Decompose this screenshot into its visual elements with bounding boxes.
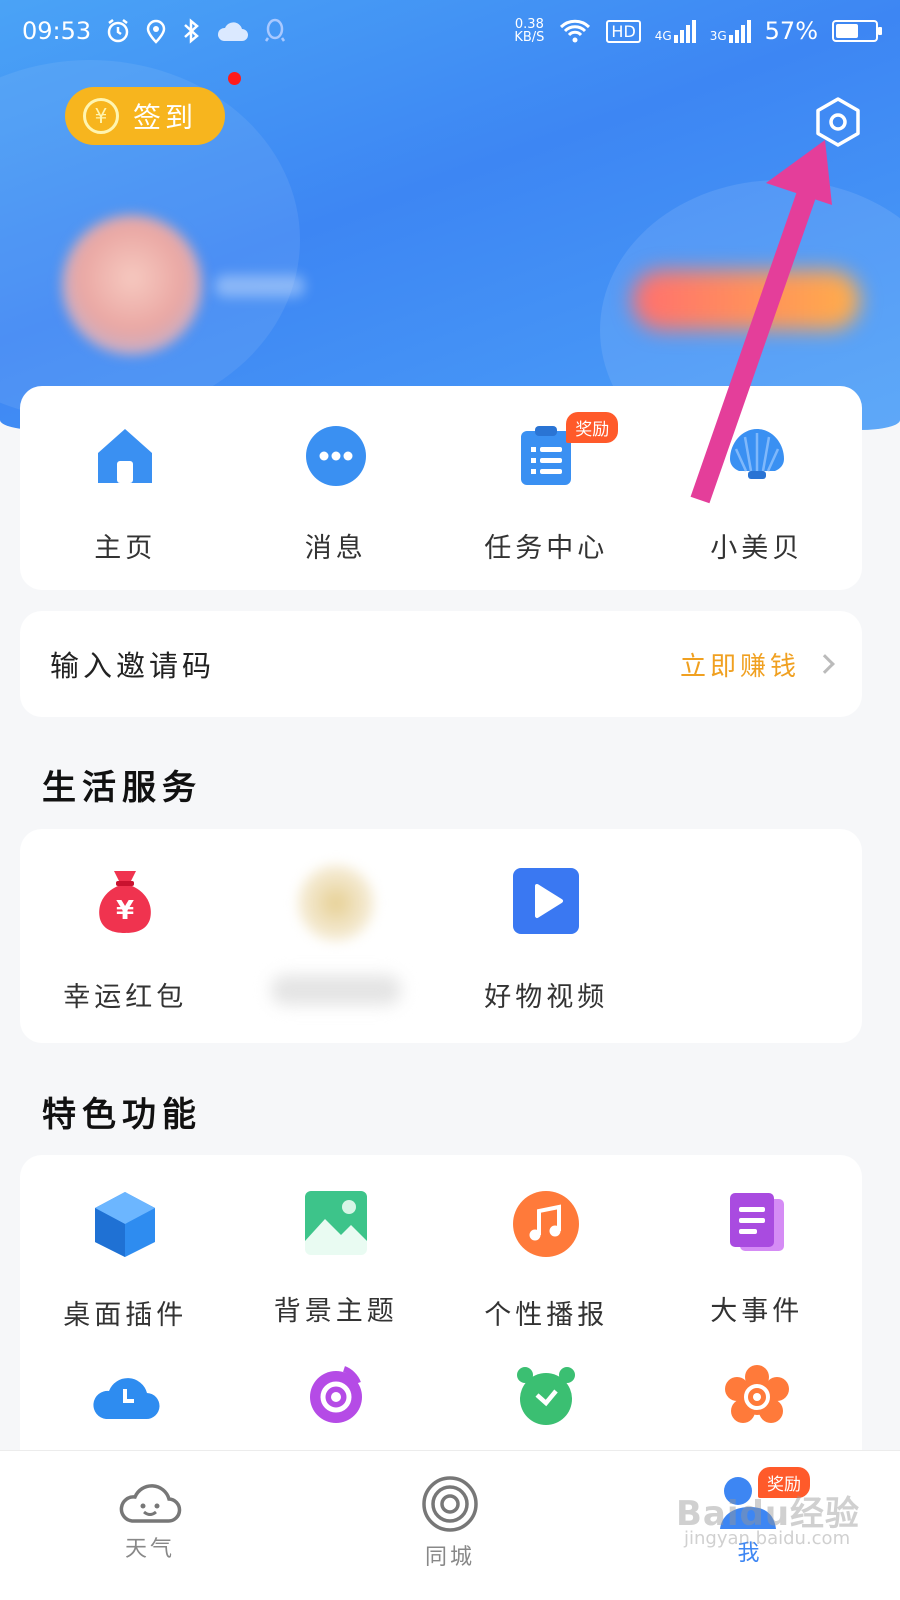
signal-bars-icon <box>728 19 751 43</box>
document-icon <box>729 1193 784 1251</box>
signal-sim2: 3G <box>709 19 751 43</box>
quick-actions-card: 主页 消息 奖励 任务中心 小美贝 <box>20 386 862 590</box>
battery-icon <box>832 20 882 42</box>
notification-dot <box>228 72 241 85</box>
profile-action-blurred[interactable] <box>632 270 860 330</box>
tab-label: 天气 <box>124 1537 175 1562</box>
status-left: 09:53 <box>22 17 287 45</box>
reward-badge: 奖励 <box>566 412 619 443</box>
tab-weather[interactable]: 天气 <box>0 1451 300 1600</box>
quick-action-label: 消息 <box>304 533 367 564</box>
blurred-icon <box>297 865 374 941</box>
invite-action-label: 立即赚钱 <box>679 651 800 682</box>
sim2-label: 3G <box>709 28 727 43</box>
status-time: 09:53 <box>22 17 92 45</box>
invite-action[interactable]: 立即赚钱 <box>679 646 835 683</box>
life-services-card: ¥ 幸运红包 好物视频 <box>20 829 862 1043</box>
home-icon <box>98 429 153 483</box>
invite-title: 输入邀请码 <box>50 649 216 683</box>
image-icon <box>304 1191 367 1255</box>
sim1-label: 4G <box>654 28 672 43</box>
feature-label: 大事件 <box>710 1296 804 1327</box>
shell-icon <box>729 429 784 479</box>
service-good-videos[interactable]: 好物视频 <box>441 829 652 1043</box>
qq-icon <box>265 18 286 42</box>
signin-button[interactable]: ¥ 签到 <box>65 87 225 145</box>
section-title-features: 特色功能 <box>42 1095 202 1135</box>
username-blurred[interactable] <box>215 275 305 297</box>
svg-text:¥: ¥ <box>116 896 134 926</box>
feature-background-theme[interactable]: 背景主题 <box>231 1155 442 1343</box>
bluetooth-icon <box>184 18 200 44</box>
quick-action-message[interactable]: 消息 <box>231 386 442 590</box>
signal-bars-icon <box>673 19 696 43</box>
service-label: 好物视频 <box>484 982 609 1013</box>
status-right: 0.38 KB/S HD 4G 3G 57% <box>514 17 882 45</box>
settings-icon[interactable] <box>812 96 864 148</box>
alarm-icon <box>107 19 129 43</box>
feature-personal-broadcast[interactable]: 个性播报 <box>441 1155 652 1343</box>
service-empty-slot <box>652 829 863 1043</box>
signin-label: 签到 <box>133 101 198 134</box>
yen-coin-icon: ¥ <box>83 98 119 134</box>
service-label-blurred <box>270 975 401 1005</box>
tab-local-city[interactable]: 同城 <box>300 1451 600 1600</box>
play-video-icon <box>513 868 580 934</box>
message-icon <box>305 426 366 486</box>
feature-big-events[interactable]: 大事件 <box>652 1155 863 1343</box>
signal-sim1: 4G <box>654 19 696 43</box>
money-bag-icon: ¥ <box>99 871 152 933</box>
weather-cloud-icon <box>119 1484 182 1523</box>
feature-label: 个性播报 <box>484 1300 609 1331</box>
battery-percent: 57% <box>764 17 818 45</box>
feature-label: 桌面插件 <box>63 1300 188 1331</box>
service-label: 幸运红包 <box>63 982 188 1013</box>
quick-action-shell[interactable]: 小美贝 <box>652 386 863 590</box>
flower-icon <box>724 1365 789 1423</box>
features-card: 桌面插件 背景主题 个性播报 大事件 <box>20 1155 862 1475</box>
music-icon <box>513 1191 580 1257</box>
battery-fill <box>836 24 858 38</box>
quick-action-label: 小美贝 <box>710 533 804 564</box>
network-speed-unit: KB/S <box>514 30 545 45</box>
feature-label: 背景主题 <box>273 1296 398 1327</box>
quick-action-label: 主页 <box>94 533 157 564</box>
cube-icon <box>95 1192 156 1257</box>
cloud-clock-icon <box>93 1378 160 1420</box>
tab-label: 同城 <box>424 1545 475 1570</box>
avatar[interactable] <box>62 215 202 355</box>
quick-action-task-center[interactable]: 奖励 任务中心 <box>441 386 652 590</box>
alarm-clock-icon <box>517 1367 576 1425</box>
service-lucky-red-packet[interactable]: ¥ 幸运红包 <box>20 829 231 1043</box>
local-circle-icon <box>422 1476 478 1532</box>
chevron-right-icon <box>815 654 835 674</box>
watermark-url: jingyan.baidu.com <box>684 1528 851 1549</box>
location-icon <box>146 19 166 44</box>
service-blurred[interactable] <box>231 829 442 1043</box>
invite-code-row[interactable]: 输入邀请码 立即赚钱 <box>20 611 862 717</box>
feature-desktop-widget[interactable]: 桌面插件 <box>20 1155 231 1343</box>
wifi-icon <box>560 19 591 43</box>
section-title-life-services: 生活服务 <box>42 768 202 808</box>
hd-indicator: HD <box>606 19 641 43</box>
cloud-icon <box>218 22 249 41</box>
quick-action-label: 任务中心 <box>484 533 609 564</box>
status-bar: 09:53 0.38 KB/S HD 4G 3G 57% <box>0 0 900 62</box>
network-speed: 0.38 KB/S <box>514 18 544 44</box>
typhoon-icon <box>309 1366 362 1423</box>
quick-action-home[interactable]: 主页 <box>20 386 231 590</box>
